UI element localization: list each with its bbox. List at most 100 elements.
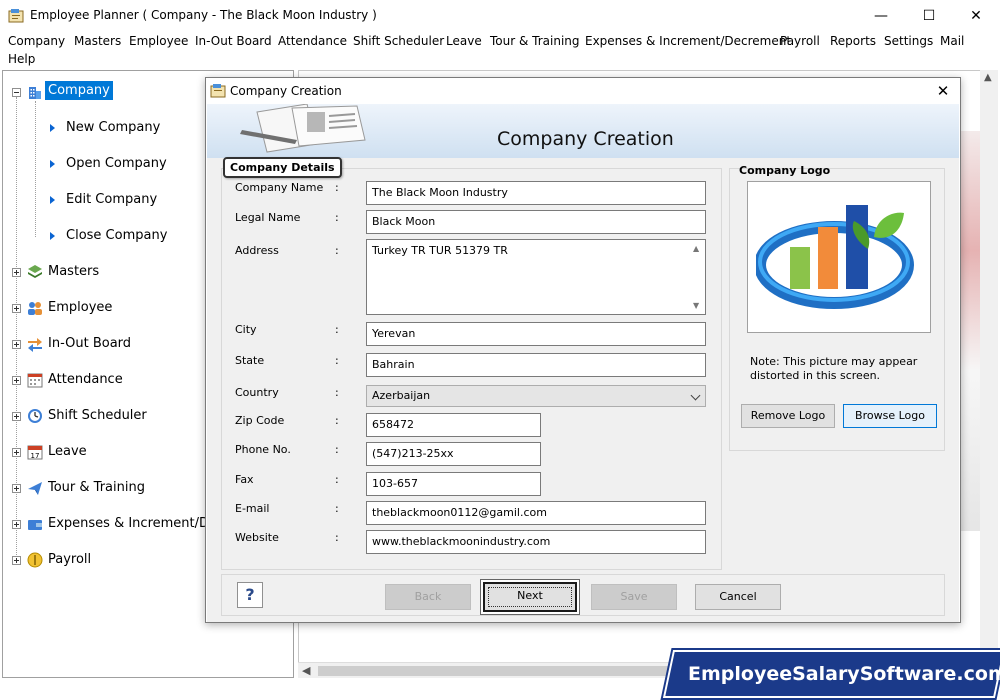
clock-icon	[28, 409, 42, 423]
website-input[interactable]: www.theblackmoonindustry.com	[366, 530, 706, 554]
menu-attendance[interactable]: Attendance	[278, 34, 347, 48]
help-button[interactable]: ?	[237, 582, 263, 608]
colon: :	[335, 354, 339, 367]
building-icon	[29, 87, 41, 99]
dialog-header-title: Company Creation	[497, 128, 674, 150]
company-details-title: Company Details	[223, 157, 342, 178]
label-legal-name: Legal Name	[235, 211, 301, 224]
users-icon	[28, 302, 42, 315]
label-address: Address	[235, 244, 279, 257]
calendar-icon: 17	[27, 445, 43, 460]
tree-label-attendance: Attendance	[48, 372, 123, 387]
tree-label-shift-scheduler: Shift Scheduler	[48, 408, 147, 423]
company-name-input[interactable]: The Black Moon Industry	[366, 181, 706, 205]
cancel-button[interactable]: Cancel	[695, 584, 781, 610]
calendar-day-number: 17	[31, 452, 40, 460]
browse-logo-button[interactable]: Browse Logo	[843, 404, 937, 428]
scroll-down-icon[interactable]: ▼	[693, 301, 699, 310]
tree-label-company: Company	[45, 81, 113, 100]
company-logo-image	[756, 205, 914, 309]
arrow-right-icon	[50, 196, 55, 204]
vertical-scrollbar[interactable]: ▲	[980, 70, 998, 662]
expand-icon[interactable]	[12, 304, 21, 313]
arrow-right-icon	[50, 232, 55, 240]
menu-settings[interactable]: Settings	[884, 34, 933, 48]
label-phone: Phone No.	[235, 443, 291, 456]
menu-shift-scheduler[interactable]: Shift Scheduler	[353, 34, 444, 48]
tree-label-in-out-board: In-Out Board	[48, 336, 132, 351]
expand-icon[interactable]	[12, 376, 21, 385]
zip-code-input[interactable]: 658472	[366, 413, 541, 437]
button-bar	[221, 574, 945, 616]
remove-logo-button[interactable]: Remove Logo	[741, 404, 835, 428]
company-logo-title: Company Logo	[739, 164, 831, 177]
tree-label-close-company: Close Company	[66, 228, 168, 243]
label-email: E-mail	[235, 502, 270, 515]
dialog-close-button[interactable]: ✕	[932, 80, 954, 102]
tree-label-employee: Employee	[48, 300, 113, 315]
save-button[interactable]: Save	[591, 584, 677, 610]
app-icon	[210, 84, 226, 98]
menu-payroll[interactable]: Payroll	[780, 34, 820, 48]
colon: :	[335, 244, 339, 257]
dialog-body: Company Logo Note: This picture may appe…	[207, 158, 959, 622]
minimize-button[interactable]: —	[866, 4, 896, 28]
scroll-up-icon[interactable]: ▲	[693, 244, 699, 253]
menu-tour-training[interactable]: Tour & Training	[490, 34, 580, 48]
back-button[interactable]: Back	[385, 584, 471, 610]
colon: :	[335, 443, 339, 456]
collapse-icon[interactable]	[12, 88, 21, 97]
company-creation-dialog: Company Creation ✕ Company Creation Comp…	[205, 77, 961, 623]
tree-label-masters: Masters	[48, 264, 100, 279]
label-state: State	[235, 354, 265, 367]
menu-leave[interactable]: Leave	[446, 34, 482, 48]
expand-icon[interactable]	[12, 484, 21, 493]
dialog-header: Company Creation	[207, 104, 959, 158]
tree-label-expenses: Expenses & Increment/D	[48, 516, 210, 531]
country-value: Azerbaijan	[372, 389, 431, 402]
colon: :	[335, 531, 339, 544]
menu-employee[interactable]: Employee	[129, 34, 188, 48]
menu-help[interactable]: Help	[8, 52, 35, 66]
expand-icon[interactable]	[12, 556, 21, 565]
address-textarea[interactable]: Turkey TR TUR 51379 TR ▲ ▼	[366, 239, 706, 315]
menu-in-out-board[interactable]: In-Out Board	[195, 34, 272, 48]
address-value: Turkey TR TUR 51379 TR	[372, 244, 508, 257]
country-select[interactable]: Azerbaijan	[366, 385, 706, 407]
company-logo-preview	[747, 181, 931, 333]
menu-company[interactable]: Company	[8, 34, 65, 48]
close-button[interactable]: ✕	[961, 4, 991, 28]
email-input[interactable]: theblackmoon0112@gamil.com	[366, 501, 706, 525]
fax-input[interactable]: 103-657	[366, 472, 541, 496]
coin-icon	[27, 552, 43, 568]
maximize-button[interactable]: ☐	[914, 4, 944, 28]
scroll-left-icon[interactable]: ◀	[302, 663, 310, 679]
colon: :	[335, 502, 339, 515]
calendar-grid-icon	[27, 373, 43, 388]
arrow-right-icon	[50, 124, 55, 132]
app-icon	[8, 9, 24, 23]
menu-expenses[interactable]: Expenses & Increment/Decrement	[585, 34, 791, 48]
next-button-label: Next	[488, 587, 572, 607]
app-window: Employee Planner ( Company - The Black M…	[0, 0, 1000, 700]
phone-input[interactable]: (547)213-25xx	[366, 442, 541, 466]
expand-icon[interactable]	[12, 412, 21, 421]
tree-label-leave: Leave	[48, 444, 87, 459]
expand-icon[interactable]	[12, 340, 21, 349]
scroll-up-icon[interactable]: ▲	[984, 72, 992, 83]
title-bar: Employee Planner ( Company - The Black M…	[0, 0, 1000, 32]
menu-masters[interactable]: Masters	[74, 34, 121, 48]
city-input[interactable]: Yerevan	[366, 322, 706, 346]
next-button[interactable]: Next	[483, 582, 577, 612]
wallet-icon	[28, 520, 42, 530]
expand-icon[interactable]	[12, 520, 21, 529]
watermark-text: EmployeeSalarySoftware.com	[688, 663, 1000, 685]
state-input[interactable]: Bahrain	[366, 353, 706, 377]
menu-mail[interactable]: Mail	[940, 34, 964, 48]
expand-icon[interactable]	[12, 448, 21, 457]
menu-reports[interactable]: Reports	[830, 34, 876, 48]
colon: :	[335, 414, 339, 427]
expand-icon[interactable]	[12, 268, 21, 277]
legal-name-input[interactable]: Black Moon	[366, 210, 706, 234]
address-scrollbar[interactable]: ▲ ▼	[689, 240, 705, 314]
